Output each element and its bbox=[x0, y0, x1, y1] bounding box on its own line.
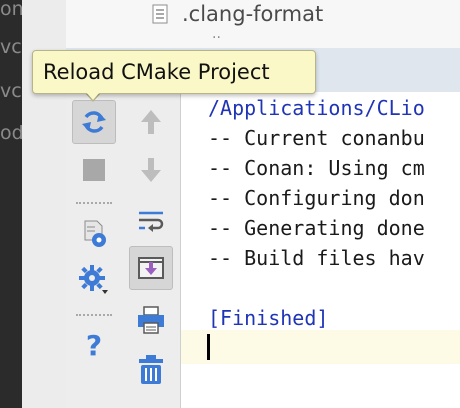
reload-cmake-button[interactable] bbox=[72, 100, 116, 144]
cmake-settings-button[interactable] bbox=[72, 212, 116, 256]
console-line: -- Build files hav bbox=[208, 246, 425, 270]
tooltip-text: Reload CMake Project bbox=[43, 60, 270, 84]
text-caret bbox=[207, 334, 210, 360]
print-icon bbox=[138, 306, 164, 334]
tooltip: Reload CMake Project bbox=[32, 50, 316, 94]
stop-button[interactable] bbox=[72, 148, 116, 192]
finished-status: [Finished] bbox=[208, 306, 329, 330]
next-occurrence-button[interactable] bbox=[129, 148, 173, 192]
tree-item-partial[interactable]: ·· bbox=[212, 30, 221, 46]
file-name: .clang-format bbox=[182, 2, 324, 26]
soft-wrap-button[interactable] bbox=[129, 198, 173, 242]
trash-icon bbox=[139, 355, 163, 384]
down-arrow-icon bbox=[141, 158, 161, 182]
code-fragment: od bbox=[0, 122, 22, 144]
code-fragment: vc bbox=[0, 80, 22, 102]
help-button[interactable]: ? bbox=[72, 322, 116, 366]
gear-icon bbox=[79, 265, 108, 294]
print-button[interactable] bbox=[129, 298, 173, 342]
console-line: /Applications/CLio bbox=[208, 96, 425, 120]
tooltip-pointer-fill bbox=[86, 92, 100, 100]
cmake-settings-icon bbox=[84, 220, 106, 247]
console-output[interactable]: /Applications/CLio -- Current conanbu --… bbox=[181, 92, 460, 408]
soft-wrap-icon bbox=[139, 211, 164, 232]
svg-text:?: ? bbox=[86, 329, 102, 359]
code-fragment: on. bbox=[0, 0, 22, 20]
code-fragment: vc bbox=[0, 36, 22, 58]
toolbar-separator bbox=[76, 202, 112, 204]
scroll-to-end-button[interactable] bbox=[129, 246, 173, 290]
toolbar-separator bbox=[76, 314, 112, 316]
tree-item-clang-format[interactable]: .clang-format bbox=[152, 0, 323, 28]
console-toolbar-primary: ? bbox=[66, 92, 122, 408]
console-toolbar-secondary bbox=[122, 92, 181, 408]
text-file-icon bbox=[152, 4, 168, 24]
up-arrow-icon bbox=[141, 110, 161, 134]
console-line: -- Current conanbu bbox=[208, 126, 425, 150]
settings-button[interactable] bbox=[72, 258, 116, 302]
console-line: -- Generating done bbox=[208, 216, 425, 240]
stop-icon bbox=[83, 159, 105, 181]
reload-cmake-icon bbox=[82, 111, 106, 133]
editor-background-strip: on. vc vc od bbox=[0, 0, 22, 408]
clear-all-button[interactable] bbox=[129, 348, 173, 392]
help-icon: ? bbox=[86, 329, 102, 359]
console-line: -- Configuring don bbox=[208, 186, 425, 210]
current-line-highlight bbox=[181, 330, 460, 364]
console-line: -- Conan: Using cm bbox=[208, 156, 425, 180]
previous-occurrence-button[interactable] bbox=[129, 100, 173, 144]
scroll-to-end-icon bbox=[138, 257, 164, 279]
